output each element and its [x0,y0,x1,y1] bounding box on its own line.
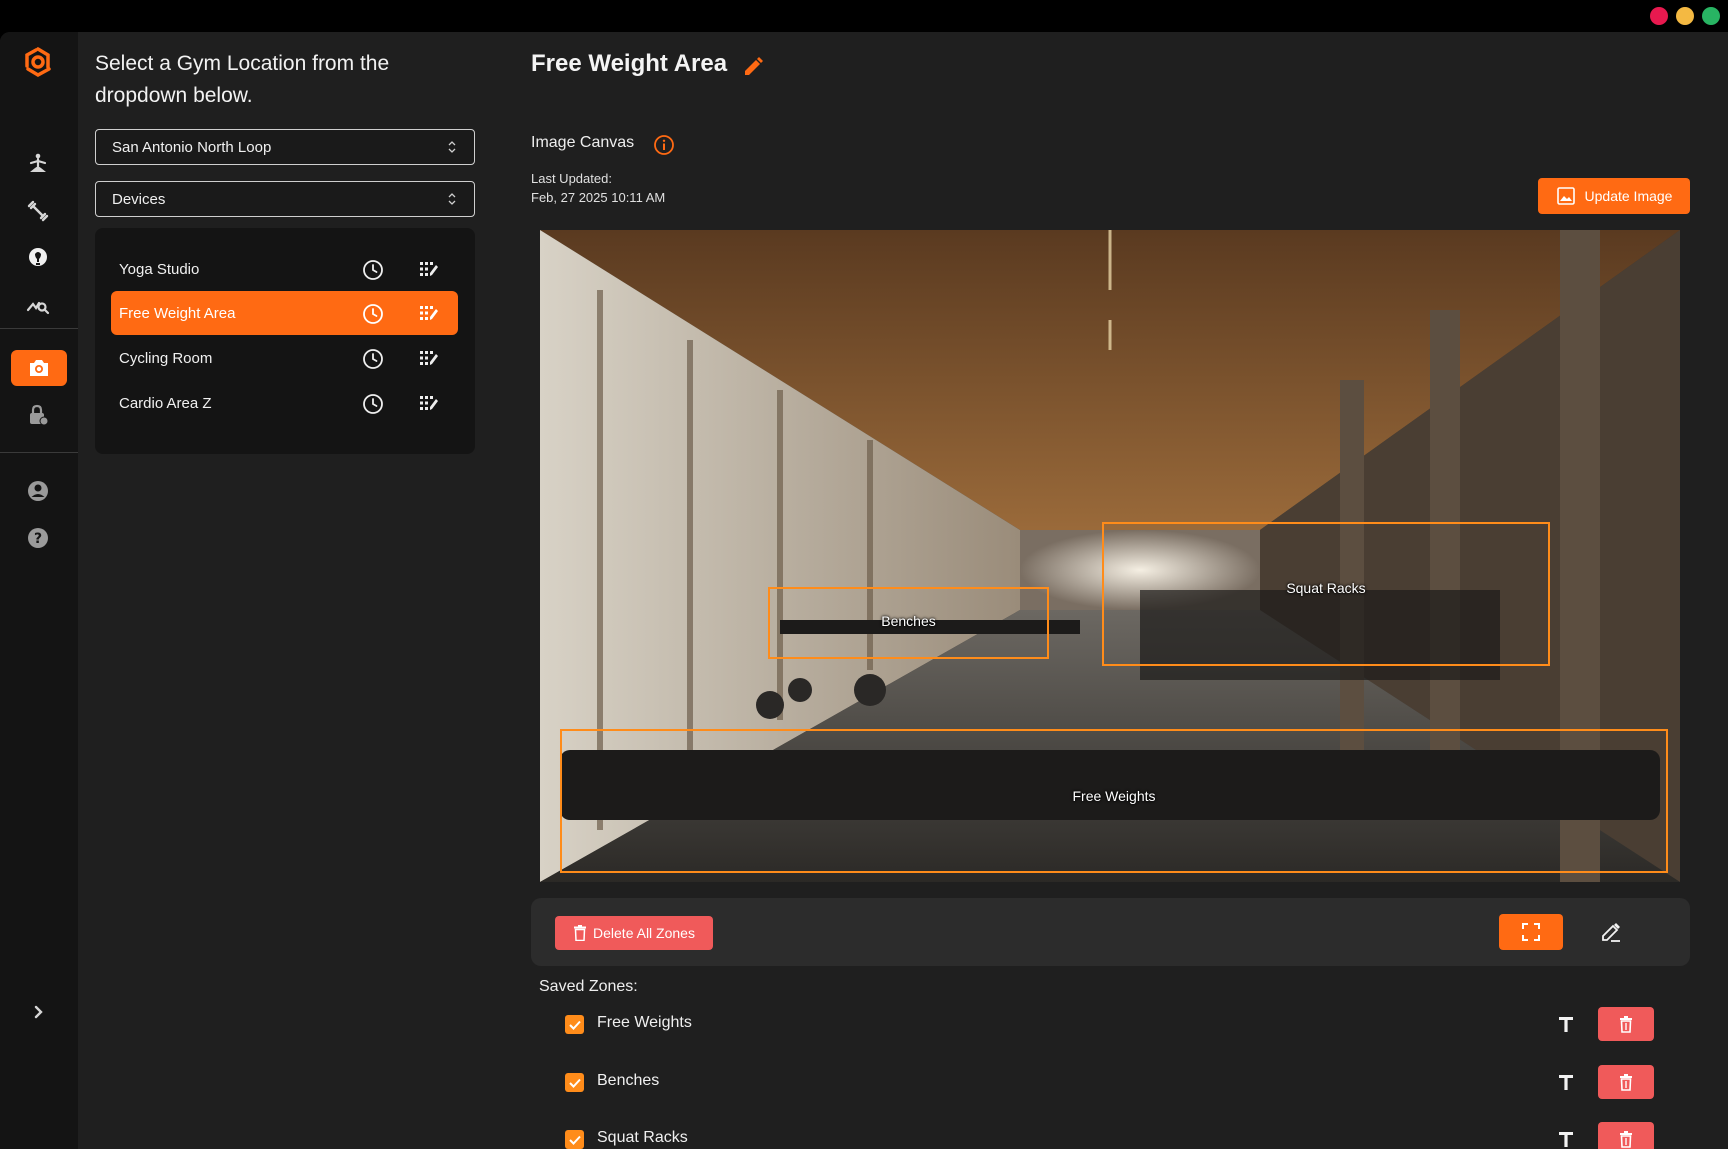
zones-grid-icon[interactable] [419,349,439,369]
check-icon [568,1078,581,1088]
draw-pen-icon [1602,923,1620,942]
saved-zone-row: Benches [565,1064,1657,1100]
clock-icon[interactable] [362,393,384,415]
saved-zone-name: Squat Racks [597,1129,688,1146]
image-canvas-label: Image Canvas [531,134,635,151]
minimize-window-button[interactable] [1676,7,1694,25]
zones-grid-icon[interactable] [419,304,439,324]
device-item-label: Yoga Studio [119,260,200,278]
zone-toolbar: Delete All Zones [531,898,1690,966]
title-bar [0,0,1728,32]
trash-icon [1620,1073,1632,1091]
device-list: Yoga Studio Free Weight Area Cycling Roo… [95,228,475,454]
info-icon[interactable] [653,134,675,156]
saved-zones-title: Saved Zones: [539,978,638,995]
location-select-value: San Antonio North Loop [112,138,272,156]
device-item-cardio-area-z[interactable]: Cardio Area Z [111,381,458,425]
rail-divider [0,328,78,329]
camera-icon[interactable] [11,350,67,386]
delete-zone-button[interactable] [1598,1007,1654,1041]
clock-icon[interactable] [362,303,384,325]
saved-zone-row: Free Weights [565,1006,1657,1042]
trash-icon [1620,1130,1632,1148]
zone-benches[interactable]: Benches [768,587,1049,659]
chevron-updown-icon [448,193,456,205]
zone-label: Squat Racks [1286,580,1366,596]
page-title: Free Weight Area [531,50,728,77]
delete-all-zones-button[interactable]: Delete All Zones [555,916,713,950]
device-item-yoga-studio[interactable]: Yoga Studio [111,247,458,291]
zone-label: Benches [881,613,936,629]
zone-checkbox[interactable] [565,1015,584,1034]
saved-zone-row: Squat Racks [565,1121,1657,1149]
zone-checkbox[interactable] [565,1130,584,1149]
zone-checkbox[interactable] [565,1073,584,1092]
zone-free-weights[interactable]: Free Weights [560,729,1668,873]
image-icon [1556,187,1575,205]
delete-all-zones-label: Delete All Zones [593,925,695,941]
fullscreen-button[interactable] [1499,914,1563,950]
maximize-window-button[interactable] [1702,7,1720,25]
chevron-right-icon[interactable] [20,994,56,1030]
check-icon [568,1020,581,1030]
last-updated-label: Last Updated: [531,171,612,186]
trash-icon [1620,1015,1632,1033]
delete-zone-button[interactable] [1598,1122,1654,1149]
chevron-updown-icon [448,141,456,153]
lock-icon[interactable] [20,397,56,433]
device-item-label: Free Weight Area [119,304,236,322]
lightbulb-icon[interactable] [20,240,56,276]
saved-zone-name: Free Weights [597,1014,692,1031]
text-rename-icon[interactable] [1555,1071,1577,1093]
image-canvas[interactable]: Benches Squat Racks Free Weights [540,230,1680,882]
zones-grid-icon[interactable] [419,260,439,280]
device-item-cycling-room[interactable]: Cycling Room [111,336,458,380]
fullscreen-icon [1522,923,1540,941]
update-image-label: Update Image [1584,188,1673,204]
panel-heading: Select a Gym Location from the dropdown … [95,52,390,107]
type-select[interactable]: Devices [95,181,475,217]
location-select[interactable]: San Antonio North Loop [95,129,475,165]
close-window-button[interactable] [1650,7,1668,25]
device-item-label: Cycling Room [119,349,213,367]
check-icon [568,1135,581,1145]
pencil-icon[interactable] [741,55,765,79]
delete-zone-button[interactable] [1598,1065,1654,1099]
logo-icon[interactable] [20,44,56,80]
analytics-icon[interactable] [20,288,56,324]
draw-zone-button[interactable] [1579,914,1643,950]
svg-text:?: ? [34,531,42,547]
rail-divider [0,452,78,453]
trash-icon [574,925,587,941]
app-window: ? Select a Gym Location from the dropdow… [0,32,1728,1149]
account-icon[interactable] [20,473,56,509]
type-select-value: Devices [112,190,166,208]
zone-label: Free Weights [1072,788,1156,804]
last-updated-value: Feb, 27 2025 10:11 AM [531,190,666,205]
main-content: Free Weight Area Image Canvas Last Updat… [490,32,1728,1149]
saved-zone-name: Benches [597,1072,660,1089]
yoga-icon[interactable] [20,146,56,182]
update-image-button[interactable]: Update Image [1538,178,1690,214]
text-rename-icon[interactable] [1555,1013,1577,1035]
help-icon[interactable]: ? [20,520,56,556]
device-item-free-weight-area[interactable]: Free Weight Area [111,291,458,335]
text-rename-icon[interactable] [1555,1128,1577,1149]
device-panel: Select a Gym Location from the dropdown … [78,32,490,1149]
device-item-label: Cardio Area Z [119,394,212,412]
icon-rail: ? [0,32,78,1149]
zone-squat-racks[interactable]: Squat Racks [1102,522,1550,666]
clock-icon[interactable] [362,348,384,370]
dumbbell-icon[interactable] [20,193,56,229]
clock-icon[interactable] [362,259,384,281]
zones-grid-icon[interactable] [419,394,439,414]
